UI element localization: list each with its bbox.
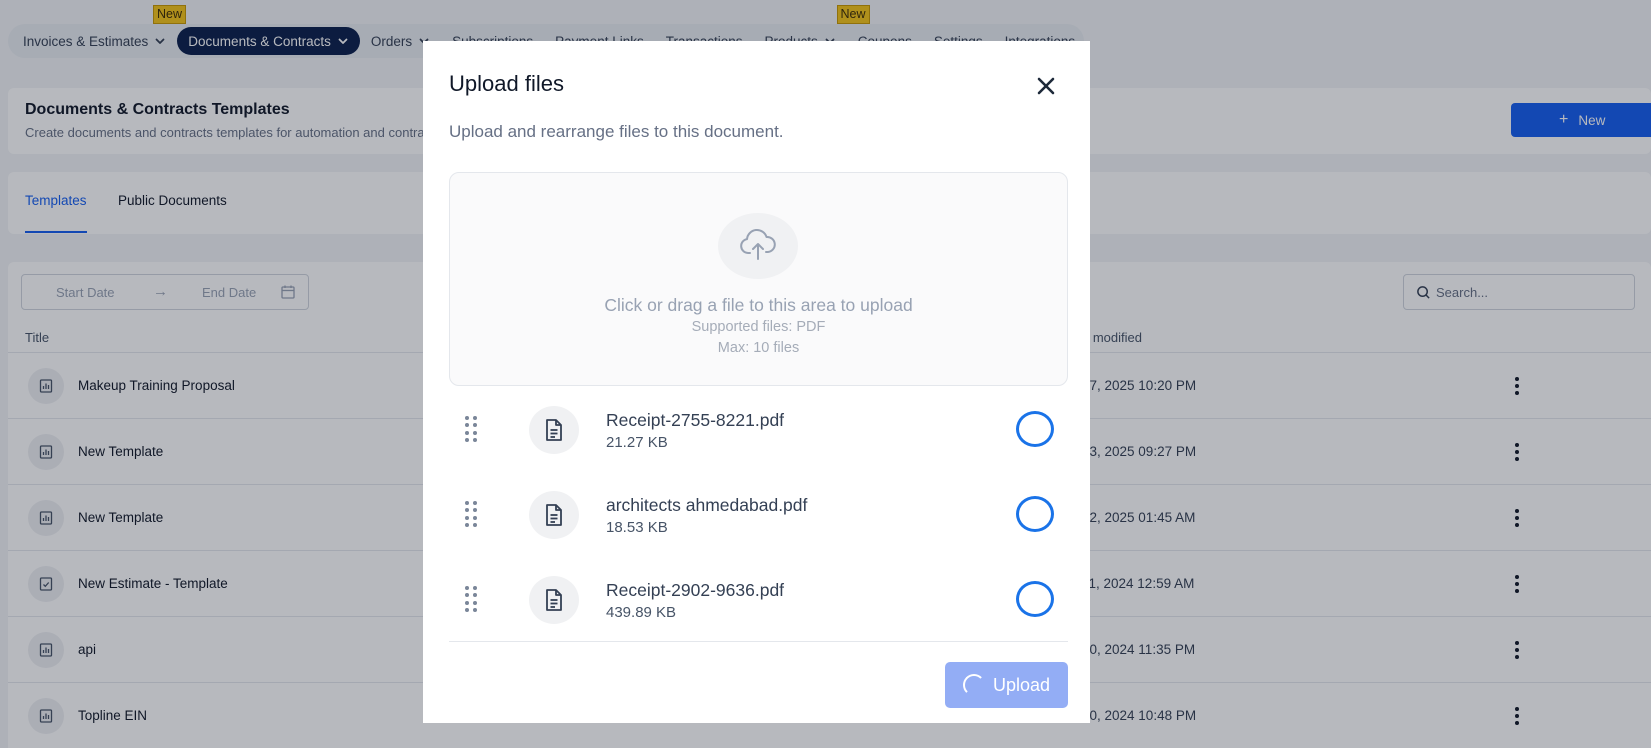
document-icon [529, 406, 579, 454]
document-icon [529, 491, 579, 539]
upload-button-label: Upload [992, 674, 1051, 695]
file-name: architects ahmedabad.pdf [606, 495, 808, 515]
drag-handle-icon[interactable] [465, 416, 477, 442]
dropzone-supported-files: Supported files: PDF [691, 319, 826, 335]
document-icon [529, 576, 579, 624]
upload-status-indicator [1016, 411, 1054, 447]
file-name: Receipt-2902-9636.pdf [606, 580, 785, 600]
file-list-item: architects ahmedabad.pdf 18.53 KB [449, 479, 1068, 549]
file-list-item: Receipt-2902-9636.pdf 439.89 KB [449, 564, 1068, 634]
upload-files-modal: Upload files Upload and rearrange files … [423, 41, 1090, 723]
file-size: 439.89 KB [606, 604, 677, 621]
file-list-item: Receipt-2755-8221.pdf 21.27 KB [449, 394, 1068, 464]
modal-title: Upload files [449, 71, 564, 96]
upload-status-indicator [1016, 496, 1054, 532]
file-size: 21.27 KB [606, 434, 668, 451]
modal-divider [449, 641, 1068, 642]
upload-button[interactable]: Upload [945, 662, 1068, 708]
cloud-upload-icon [718, 213, 798, 279]
close-button[interactable] [1035, 75, 1057, 97]
dropzone-instruction: Click or drag a file to this area to upl… [604, 295, 913, 315]
file-size: 18.53 KB [606, 519, 668, 536]
file-name: Receipt-2755-8221.pdf [606, 410, 785, 430]
dropzone-max-files: Max: 10 files [717, 340, 800, 356]
file-dropzone[interactable]: Click or drag a file to this area to upl… [449, 172, 1068, 386]
drag-handle-icon[interactable] [465, 586, 477, 612]
modal-subtitle: Upload and rearrange files to this docum… [449, 122, 784, 141]
upload-status-indicator [1016, 581, 1054, 617]
close-icon [1037, 77, 1055, 95]
loading-spinner-icon [962, 674, 985, 696]
drag-handle-icon[interactable] [465, 501, 477, 527]
